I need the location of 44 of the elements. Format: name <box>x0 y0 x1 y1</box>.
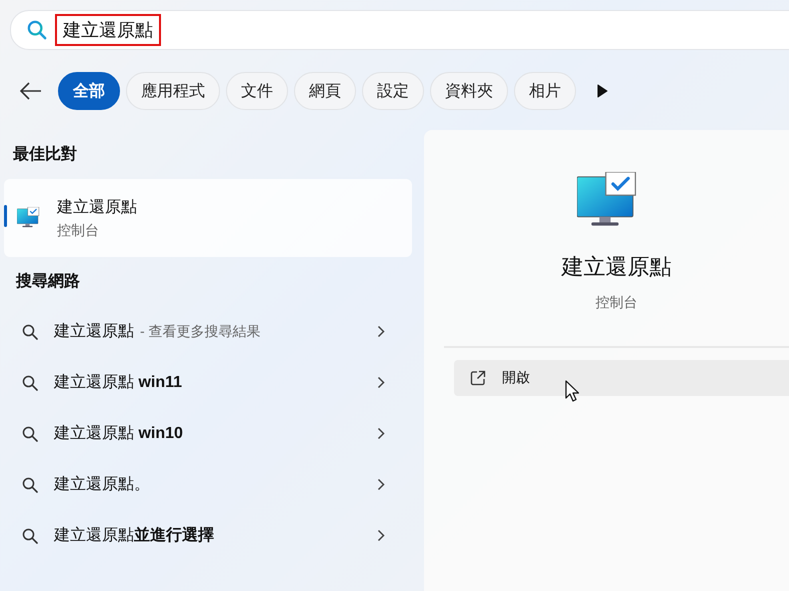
section-heading: 最佳比對 <box>12 144 78 165</box>
mouse-cursor-icon <box>565 380 579 402</box>
suggestion-hint: - 查看更多搜尋結果 <box>140 322 261 340</box>
filter-tab[interactable]: 網頁 <box>294 72 356 110</box>
search-icon <box>27 20 47 40</box>
filter-tab[interactable]: 應用程式 <box>126 72 220 110</box>
chevron-right-icon <box>377 478 385 491</box>
filter-tab[interactable]: 文件 <box>226 72 288 110</box>
web-search-item[interactable]: 建立還原點並進行選擇 <box>0 510 412 561</box>
suggestion-text: 建立還原點 <box>54 322 134 342</box>
chevron-right-icon <box>377 376 385 389</box>
best-match-item[interactable]: 建立還原點 控制台 <box>4 179 412 257</box>
back-arrow-icon <box>20 82 42 100</box>
suggestion-text: 建立還原點 win10 <box>54 424 183 444</box>
open-button[interactable]: 開啟 <box>454 360 789 396</box>
search-icon <box>22 324 38 340</box>
web-search-item[interactable]: 建立還原點。 <box>0 459 412 510</box>
filter-tab[interactable]: 相片 <box>514 72 576 110</box>
search-icon <box>22 426 38 442</box>
web-search-item[interactable]: 建立還原點 win10 <box>0 408 412 459</box>
search-icon <box>22 374 38 390</box>
search-field[interactable]: 建立還原點 <box>10 10 789 50</box>
suggestion-text: 建立還原點 win11 <box>54 372 182 393</box>
filter-tab[interactable]: 資料夾 <box>430 72 508 110</box>
suggestion-text: 建立還原點並進行選擇 <box>54 526 214 546</box>
filter-tab[interactable]: 全部 <box>58 72 120 110</box>
section-heading: 搜尋網路 <box>14 272 81 292</box>
play-triangle-icon <box>596 83 608 99</box>
web-search-item[interactable]: 建立還原點 win11 <box>0 357 412 408</box>
suggestion-text: 建立還原點。 <box>54 474 150 495</box>
chevron-right-icon <box>377 325 385 338</box>
result-subtitle: 控制台 <box>57 222 100 240</box>
search-icon <box>22 528 38 544</box>
chevron-right-icon <box>377 427 385 440</box>
external-link-icon <box>470 370 486 386</box>
detail-subtitle: 控制台 <box>596 294 638 312</box>
detail-title: 建立還原點 <box>562 252 672 281</box>
chevron-right-icon <box>377 529 385 542</box>
web-search-item[interactable]: 建立還原點 - 查看更多搜尋結果 <box>0 306 412 357</box>
filter-tab[interactable]: 設定 <box>362 72 424 110</box>
selection-indicator <box>4 205 7 227</box>
search-icon <box>22 476 38 492</box>
search-query-text: 建立還原點 <box>55 14 161 46</box>
result-title: 建立還原點 <box>57 198 137 218</box>
